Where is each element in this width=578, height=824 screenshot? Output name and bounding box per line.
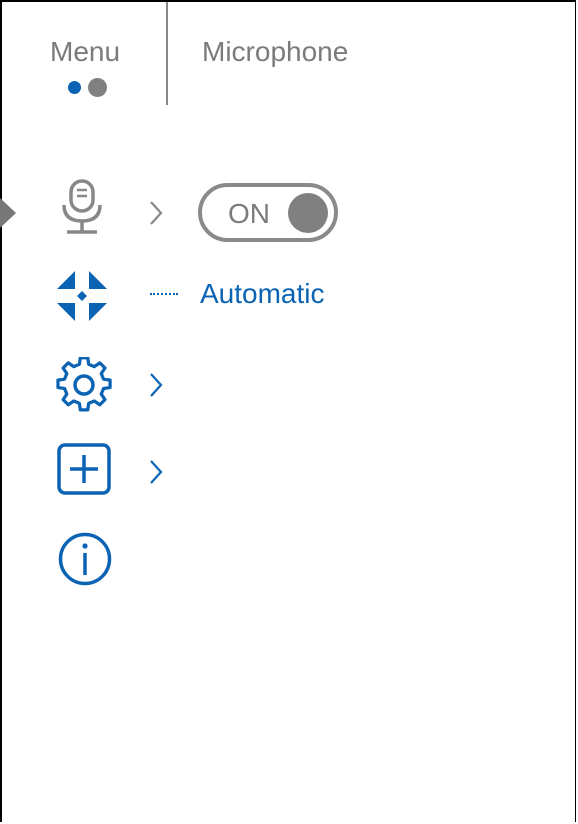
chevron-right-icon xyxy=(150,460,163,484)
chevron-right-icon xyxy=(150,201,163,225)
value-leader-dots xyxy=(150,293,178,295)
menu-label: Menu xyxy=(50,36,121,67)
chevron-right-icon xyxy=(150,373,163,397)
info-icon xyxy=(58,532,112,586)
calibration-icon xyxy=(57,271,107,321)
page-dot-inactive xyxy=(88,78,107,97)
microphone-toggle[interactable]: ON xyxy=(198,183,338,242)
microphone-icon xyxy=(62,179,102,234)
toggle-label: ON xyxy=(228,198,270,229)
page-dot-active xyxy=(68,81,81,94)
add-square-icon xyxy=(57,443,111,495)
toggle-knob xyxy=(288,193,328,233)
calibration-mode-value: Automatic xyxy=(200,278,325,309)
selection-pointer-icon xyxy=(0,198,16,228)
header-divider xyxy=(166,2,168,105)
gear-icon xyxy=(56,357,112,412)
page-title: Microphone xyxy=(202,36,349,67)
